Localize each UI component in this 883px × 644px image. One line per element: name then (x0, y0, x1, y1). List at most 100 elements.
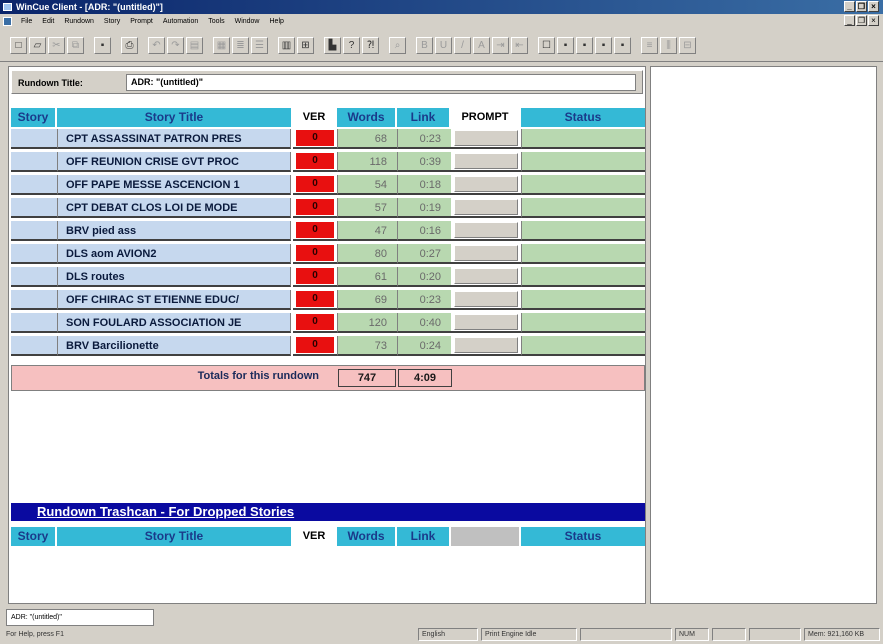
story-slug-cell[interactable] (11, 244, 57, 264)
minimize-button[interactable]: _ (844, 1, 855, 12)
prompt-button[interactable] (454, 153, 518, 169)
col-header-link[interactable]: Link (397, 108, 451, 127)
status-cell[interactable] (521, 336, 645, 356)
story-title-cell[interactable]: OFF REUNION CRISE GVT PROC (57, 152, 291, 172)
list-icon[interactable]: ☰ (251, 37, 268, 54)
insert-story-icon[interactable]: ▦ (213, 37, 230, 54)
rundown-icon[interactable]: ▥ (278, 37, 295, 54)
bold-icon[interactable]: B (416, 37, 433, 54)
prompt-button[interactable] (454, 291, 518, 307)
story-title-cell[interactable]: BRV Barcilionette (57, 336, 291, 356)
cut-icon[interactable]: ✂ (48, 37, 65, 54)
story-slug-cell[interactable] (11, 152, 57, 172)
col-header-status[interactable]: Status (521, 108, 645, 127)
story-title-cell[interactable]: SON FOULARD ASSOCIATION JE (57, 313, 291, 333)
rundown-title-input[interactable]: ADR: "(untitled)" (126, 74, 636, 91)
status-cell[interactable] (521, 221, 645, 241)
trash-col-header-prompt[interactable] (451, 527, 521, 546)
doc-minimize-button[interactable]: _ (844, 15, 855, 26)
undo-icon[interactable]: ↶ (148, 37, 165, 54)
col-header-prompt[interactable]: PROMPT (451, 108, 521, 127)
menu-rundown[interactable]: Rundown (59, 18, 99, 25)
story-title-cell[interactable]: OFF CHIRAC ST ETIENNE EDUC/ (57, 290, 291, 310)
trash-col-header-status[interactable]: Status (521, 527, 645, 546)
prompt-button[interactable] (454, 176, 518, 192)
menu-help[interactable]: Help (265, 18, 289, 25)
bullets-icon[interactable]: ≡ (641, 37, 658, 54)
properties-icon[interactable]: ≣ (232, 37, 249, 54)
status-cell[interactable] (521, 290, 645, 310)
chart-icon[interactable]: ▙ (324, 37, 341, 54)
align-center-icon[interactable]: ▪ (576, 37, 593, 54)
prompt-button[interactable] (454, 337, 518, 353)
status-cell[interactable] (521, 244, 645, 264)
document-icon[interactable] (3, 17, 12, 26)
story-slug-cell[interactable] (11, 267, 57, 287)
paste-icon[interactable]: ▤ (186, 37, 203, 54)
status-cell[interactable] (521, 313, 645, 333)
status-cell[interactable] (521, 175, 645, 195)
menu-file[interactable]: File (16, 18, 37, 25)
indent-icon[interactable]: ⇥ (492, 37, 509, 54)
prompt-button[interactable] (454, 314, 518, 330)
save-icon[interactable]: ▪ (94, 37, 111, 54)
story-title-cell[interactable]: BRV pied ass (57, 221, 291, 241)
table-icon[interactable]: ⊟ (679, 37, 696, 54)
status-cell[interactable] (521, 198, 645, 218)
story-slug-cell[interactable] (11, 221, 57, 241)
trash-col-header-ver[interactable]: VER (293, 527, 337, 546)
story-title-cell[interactable]: DLS aom AVION2 (57, 244, 291, 264)
doc-close-button[interactable]: × (868, 15, 879, 26)
underline-icon[interactable]: U (435, 37, 452, 54)
status-cell[interactable] (521, 267, 645, 287)
col-header-story[interactable]: Story (11, 108, 57, 127)
checkbox-icon[interactable]: ☐ (538, 37, 555, 54)
context-help-icon[interactable]: ⁈ (362, 37, 379, 54)
story-slug-cell[interactable] (11, 313, 57, 333)
format-icon[interactable]: A (473, 37, 490, 54)
menu-window[interactable]: Window (230, 18, 265, 25)
align-left-icon[interactable]: ▪ (557, 37, 574, 54)
open-icon[interactable]: ▱ (29, 37, 46, 54)
col-header-words[interactable]: Words (337, 108, 397, 127)
help-icon[interactable]: ? (343, 37, 360, 54)
prompt-button[interactable] (454, 268, 518, 284)
copy-icon[interactable]: ⧉ (67, 37, 84, 54)
trash-col-header-title[interactable]: Story Title (57, 527, 293, 546)
story-slug-cell[interactable] (11, 336, 57, 356)
menu-tools[interactable]: Tools (203, 18, 229, 25)
prompt-button[interactable] (454, 245, 518, 261)
trash-col-header-link[interactable]: Link (397, 527, 451, 546)
restore-button[interactable]: ❐ (856, 1, 867, 12)
menu-edit[interactable]: Edit (37, 18, 59, 25)
print-icon[interactable]: ⎙ (121, 37, 138, 54)
trash-col-header-story[interactable]: Story (11, 527, 57, 546)
justify-icon[interactable]: ▪ (614, 37, 631, 54)
document-tab[interactable]: ADR: "(untitled)" (6, 609, 154, 626)
story-slug-cell[interactable] (11, 175, 57, 195)
col-header-title[interactable]: Story Title (57, 108, 293, 127)
menu-story[interactable]: Story (99, 18, 125, 25)
find-icon[interactable]: ⌕ (389, 37, 406, 54)
story-title-cell[interactable]: OFF PAPE MESSE ASCENCION 1 (57, 175, 291, 195)
story-title-cell[interactable]: DLS routes (57, 267, 291, 287)
status-cell[interactable] (521, 152, 645, 172)
menu-prompt[interactable]: Prompt (125, 18, 158, 25)
story-title-cell[interactable]: CPT ASSASSINAT PATRON PRES (57, 129, 291, 149)
story-slug-cell[interactable] (11, 290, 57, 310)
status-cell[interactable] (521, 129, 645, 149)
align-right-icon[interactable]: ▪ (595, 37, 612, 54)
columns-icon[interactable]: ⫼ (660, 37, 677, 54)
story-title-cell[interactable]: CPT DEBAT CLOS LOI DE MODE (57, 198, 291, 218)
story-slug-cell[interactable] (11, 198, 57, 218)
doc-restore-button[interactable]: ❐ (856, 15, 867, 26)
grid-icon[interactable]: ⊞ (297, 37, 314, 54)
menu-automation[interactable]: Automation (158, 18, 203, 25)
italic-icon[interactable]: / (454, 37, 471, 54)
story-slug-cell[interactable] (11, 129, 57, 149)
col-header-ver[interactable]: VER (293, 108, 337, 127)
story-editor-pane[interactable] (650, 66, 877, 604)
prompt-button[interactable] (454, 222, 518, 238)
close-button[interactable]: × (868, 1, 879, 12)
new-icon[interactable]: □ (10, 37, 27, 54)
